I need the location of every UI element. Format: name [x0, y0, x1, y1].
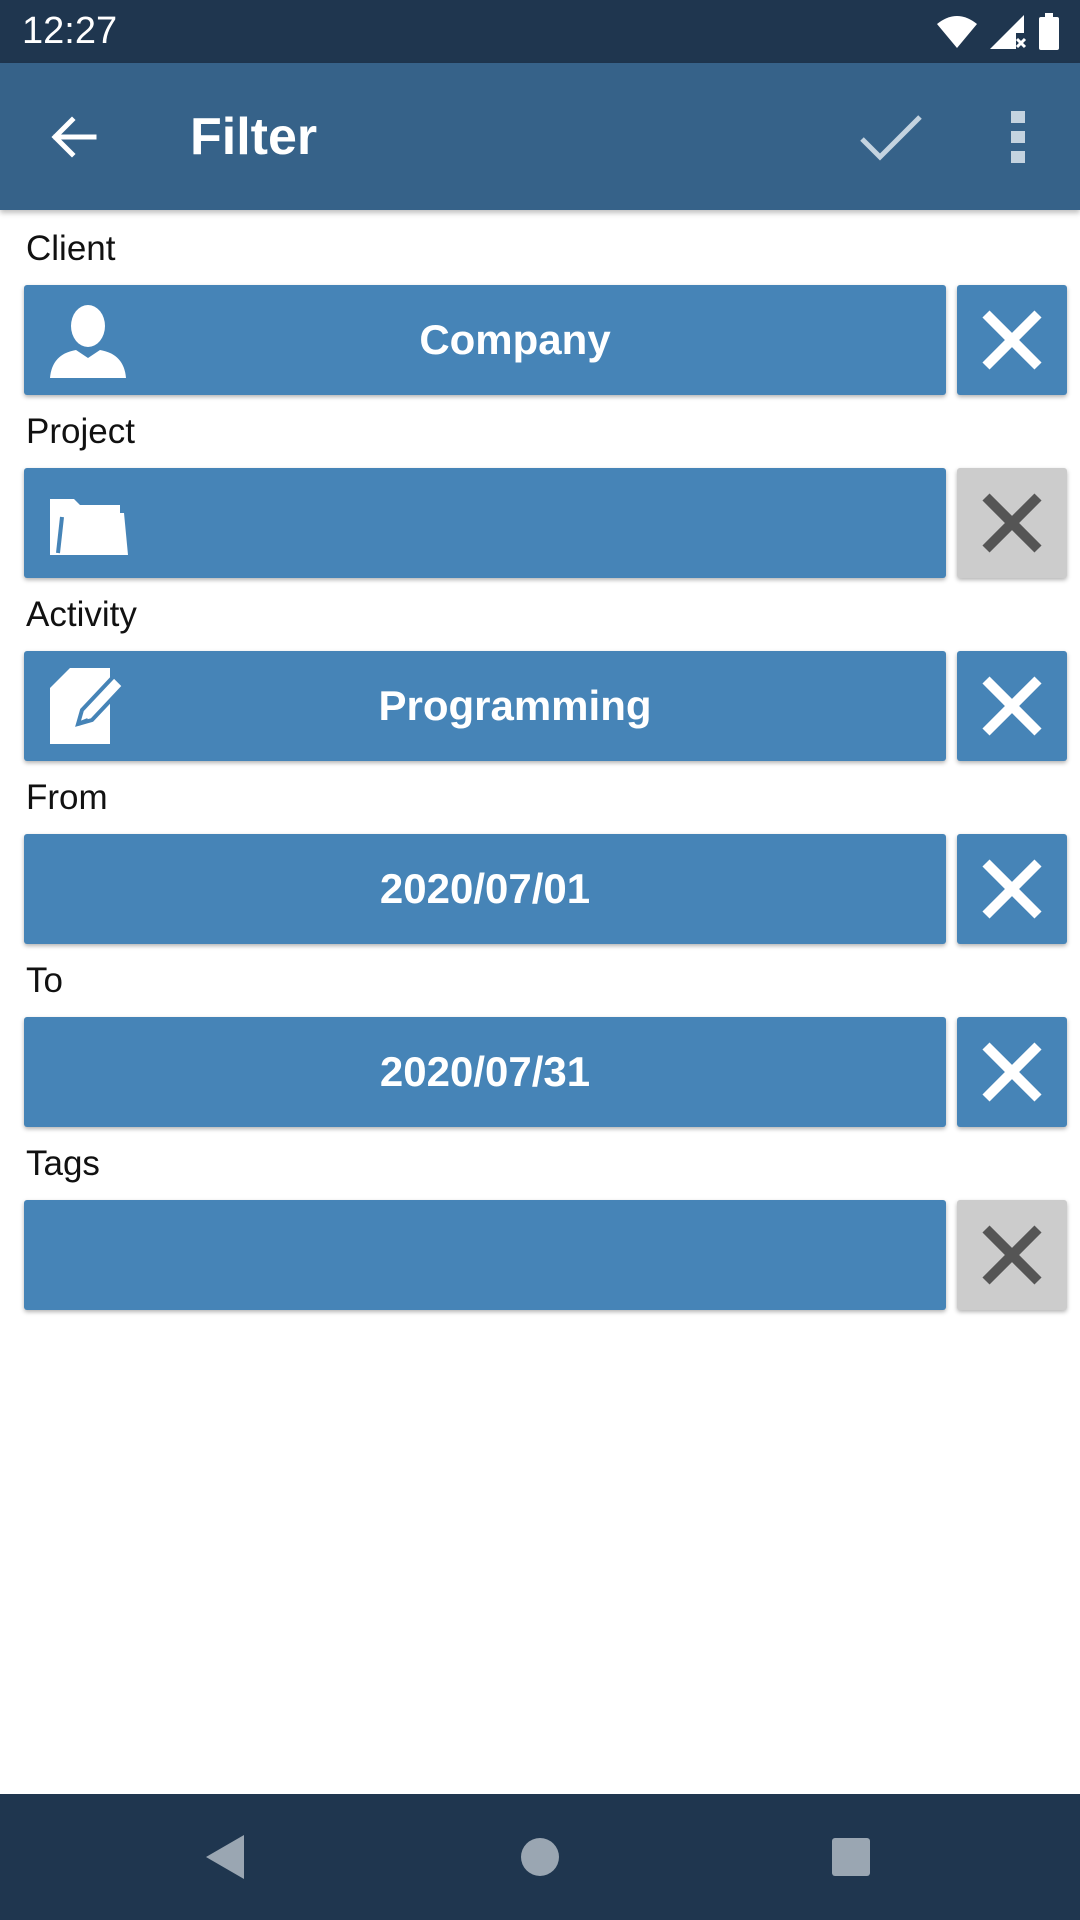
- from-label: From: [26, 778, 108, 817]
- clear-client-button[interactable]: [957, 285, 1067, 395]
- to-date-button[interactable]: 2020/07/31: [24, 1017, 946, 1127]
- activity-label: Activity: [26, 595, 137, 634]
- tags-label: Tags: [26, 1144, 100, 1183]
- close-icon: [982, 493, 1042, 553]
- battery-icon: [1039, 13, 1059, 50]
- nav-back-icon: [206, 1835, 244, 1879]
- close-icon: [982, 1042, 1042, 1102]
- client-value: Company: [419, 316, 611, 363]
- nav-recents-icon: [832, 1838, 870, 1876]
- wifi-icon: [937, 16, 977, 48]
- app-bar: Filter: [0, 63, 1080, 210]
- status-time: 12:27: [22, 10, 118, 52]
- more-vert-icon: [1011, 111, 1025, 163]
- clear-activity-button[interactable]: [957, 651, 1067, 761]
- project-label: Project: [26, 412, 135, 451]
- status-icons: [936, 10, 1060, 54]
- close-icon: [982, 676, 1042, 736]
- apply-filter-button[interactable]: [850, 101, 932, 173]
- tags-value: [24, 1200, 946, 1310]
- system-nav-bar: [0, 1794, 1080, 1920]
- clear-project-button[interactable]: [957, 468, 1067, 578]
- clear-from-button[interactable]: [957, 834, 1067, 944]
- nav-recents-button[interactable]: [811, 1817, 891, 1897]
- to-date-value: 2020/07/31: [379, 1048, 591, 1095]
- close-icon: [982, 310, 1042, 370]
- check-icon: [860, 115, 922, 161]
- to-label: To: [26, 961, 63, 1000]
- from-date-value: 2020/07/01: [379, 865, 591, 912]
- overflow-menu-button[interactable]: [990, 101, 1046, 173]
- activity-selector-button[interactable]: Programming: [24, 651, 946, 761]
- client-label: Client: [26, 229, 116, 268]
- nav-home-button[interactable]: [500, 1817, 580, 1897]
- nav-back-button[interactable]: [186, 1817, 266, 1897]
- page-title: Filter: [190, 108, 318, 166]
- arrow-back-icon: [51, 116, 97, 158]
- back-button[interactable]: [38, 101, 110, 173]
- close-icon: [982, 859, 1042, 919]
- tags-selector-button[interactable]: [24, 1200, 946, 1310]
- clear-to-button[interactable]: [957, 1017, 1067, 1127]
- from-date-button[interactable]: 2020/07/01: [24, 834, 946, 944]
- clear-tags-button[interactable]: [957, 1200, 1067, 1310]
- project-value: [24, 468, 946, 578]
- status-bar: 12:27: [0, 0, 1080, 63]
- client-selector-button[interactable]: Company: [24, 285, 946, 395]
- activity-value: Programming: [378, 682, 652, 729]
- signal-icon: [990, 15, 1027, 49]
- project-selector-button[interactable]: [24, 468, 946, 578]
- close-icon: [982, 1225, 1042, 1285]
- nav-home-icon: [521, 1838, 559, 1876]
